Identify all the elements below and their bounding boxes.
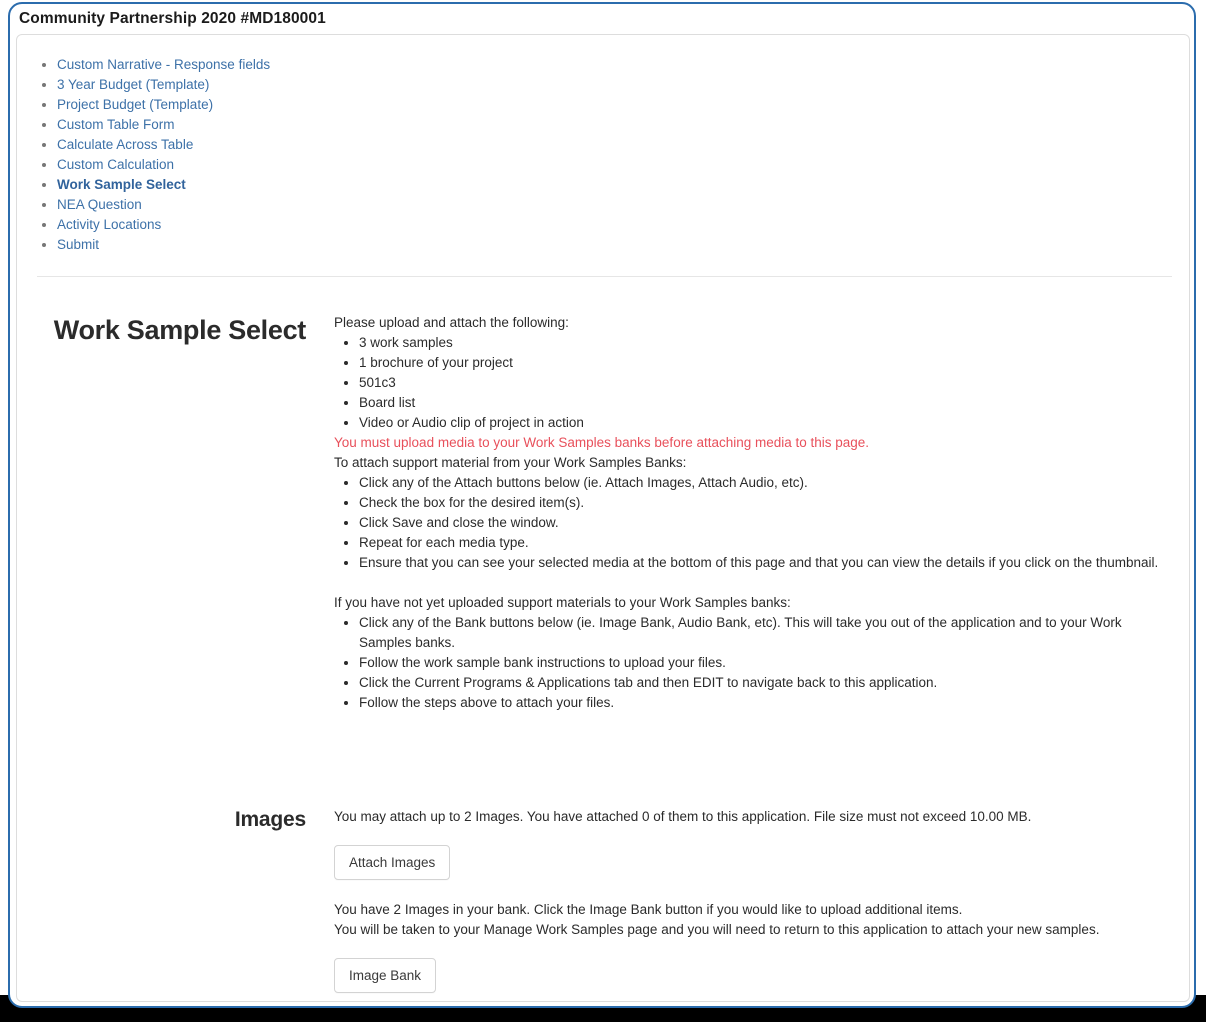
nav-list-item: Custom Table Form	[57, 115, 1189, 135]
attach-intro-text: To attach support material from your Wor…	[334, 455, 687, 470]
nav-list-item: Calculate Across Table	[57, 135, 1189, 155]
nav-list-item: Custom Narrative - Response fields	[57, 55, 1189, 75]
nav-list-item: NEA Question	[57, 195, 1189, 215]
list-item: Click Save and close the window.	[359, 513, 1174, 533]
list-item: Repeat for each media type.	[359, 533, 1174, 553]
list-item: Board list	[359, 393, 1174, 413]
images-bank-status-line1: You have 2 Images in your bank. Click th…	[334, 902, 963, 917]
attach-images-button[interactable]: Attach Images	[334, 845, 451, 880]
images-label: Images	[234, 808, 306, 831]
work-sample-select-label: Work Sample Select	[53, 315, 307, 345]
work-sample-select-body: Please upload and attach the following: …	[334, 313, 1174, 713]
application-window: Community Partnership 2020 #MD180001 Cus…	[8, 2, 1196, 1008]
attach-steps-list: Click any of the Attach buttons below (i…	[334, 473, 1174, 573]
nav-list-item: Work Sample Select	[57, 175, 1189, 195]
list-item: Follow the steps above to attach your fi…	[359, 693, 1174, 713]
nav-list-item: Project Budget (Template)	[57, 95, 1189, 115]
list-item: Ensure that you can see your selected me…	[359, 553, 1174, 573]
list-item: Follow the work sample bank instructions…	[359, 653, 1174, 673]
upload-intro-text: Please upload and attach the following:	[334, 315, 569, 330]
images-body: You may attach up to 2 Images. You have …	[334, 807, 1174, 993]
nav-link-submit[interactable]: Submit	[57, 237, 99, 252]
images-spacer	[334, 880, 1174, 900]
list-item: 3 work samples	[359, 333, 1174, 353]
upload-items-list: 3 work samples1 brochure of your project…	[334, 333, 1174, 433]
attach-images-button-wrap: Attach Images	[334, 845, 1174, 880]
list-item: 501c3	[359, 373, 1174, 393]
nav-list-item: Custom Calculation	[57, 155, 1189, 175]
nav-link-3-year-budget-template[interactable]: 3 Year Budget (Template)	[57, 77, 209, 92]
screenshot-root: Community Partnership 2020 #MD180001 Cus…	[0, 0, 1206, 1022]
nav-list-item: 3 Year Budget (Template)	[57, 75, 1189, 95]
nav-link-custom-table-form[interactable]: Custom Table Form	[57, 117, 175, 132]
section-nav-list: Custom Narrative - Response fields 3 Year…	[17, 35, 1189, 255]
list-item: Click any of the Attach buttons below (i…	[359, 473, 1174, 493]
nav-list-item: Submit	[57, 235, 1189, 255]
list-item: Check the box for the desired item(s).	[359, 493, 1174, 513]
image-bank-button[interactable]: Image Bank	[334, 958, 437, 993]
upload-warning-text: You must upload media to your Work Sampl…	[334, 435, 870, 450]
list-item: Video or Audio clip of project in action	[359, 413, 1174, 433]
bank-steps-list: Click any of the Bank buttons below (ie.…	[334, 613, 1174, 713]
nav-link-custom-calculation[interactable]: Custom Calculation	[57, 157, 174, 172]
bank-intro-text: If you have not yet uploaded support mat…	[334, 595, 791, 610]
window-title: Community Partnership 2020 #MD180001	[19, 10, 326, 27]
page-margin-right	[1198, 0, 1206, 1022]
nav-link-activity-locations[interactable]: Activity Locations	[57, 217, 161, 232]
list-item: Click any of the Bank buttons below (ie.…	[359, 613, 1174, 653]
list-item: Click the Current Programs & Application…	[359, 673, 1174, 693]
list-item: 1 brochure of your project	[359, 353, 1174, 373]
images-attach-status: You may attach up to 2 Images. You have …	[334, 809, 1032, 824]
nav-link-calculate-across-table[interactable]: Calculate Across Table	[57, 137, 193, 152]
nav-link-nea-question[interactable]: NEA Question	[57, 197, 142, 212]
content-panel: Custom Narrative - Response fields 3 Year…	[16, 34, 1190, 1002]
nav-divider	[37, 276, 1172, 277]
nav-link-project-budget-template[interactable]: Project Budget (Template)	[57, 97, 213, 112]
nav-link-work-sample-select[interactable]: Work Sample Select	[57, 177, 186, 192]
image-bank-button-wrap: Image Bank	[334, 958, 1174, 993]
nav-link-custom-narrative-response-fields[interactable]: Custom Narrative - Response fields	[57, 57, 270, 72]
images-bank-status-line2: You will be taken to your Manage Work Sa…	[334, 922, 1100, 937]
nav-list-item: Activity Locations	[57, 215, 1189, 235]
